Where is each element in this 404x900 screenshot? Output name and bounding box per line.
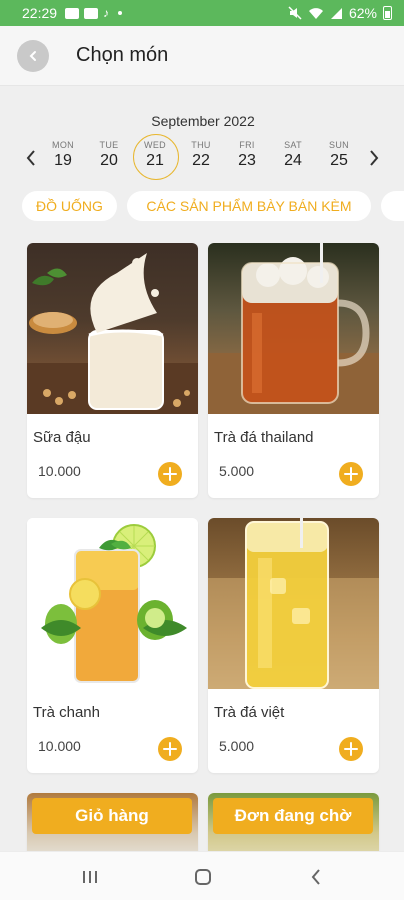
add-to-cart-button[interactable] — [158, 462, 182, 486]
day-cell-selected[interactable]: WED 21 — [132, 134, 179, 182]
product-grid: Sữa đậu 10.000 Trà đá thailand 5.000 Trà… — [0, 243, 404, 851]
day-cell[interactable]: FRI 23 — [224, 134, 270, 182]
week-calendar: September 2022 MON 19 TUE 20 WED 21 THU 22 F… — [0, 110, 404, 180]
app-bar: Chọn món — [0, 26, 404, 86]
product-image — [208, 518, 379, 689]
system-nav-bar — [0, 851, 404, 900]
photo-notification-icon — [65, 7, 80, 19]
wifi-icon — [308, 7, 323, 19]
product-image — [27, 243, 198, 414]
day-name: THU — [191, 140, 211, 150]
day-cell[interactable]: TUE 20 — [86, 134, 132, 182]
add-to-cart-button[interactable] — [158, 737, 182, 761]
category-chip-drinks[interactable]: ĐỒ UỐNG — [22, 191, 117, 221]
back-button[interactable] — [17, 39, 49, 72]
day-date: 21 — [146, 152, 164, 169]
day-name: SAT — [284, 140, 302, 150]
recent-apps-button[interactable] — [60, 852, 120, 900]
product-name: Trà đá thailand — [214, 429, 314, 446]
tiktok-notification-icon: ♪ — [103, 6, 110, 20]
prev-week-button[interactable] — [21, 148, 41, 168]
signal-icon — [330, 7, 342, 19]
day-name: MON — [52, 140, 74, 150]
status-time: 22:29 — [22, 5, 58, 21]
day-cell[interactable]: SAT 24 — [270, 134, 316, 182]
back-nav-button[interactable] — [286, 852, 346, 900]
mute-icon — [288, 6, 302, 20]
day-name: SUN — [329, 140, 349, 150]
product-price: 10.000 — [38, 738, 81, 754]
product-image — [208, 243, 379, 414]
product-card[interactable]: Trà đá việt 5.000 — [208, 518, 379, 773]
day-name: WED — [144, 140, 166, 150]
page-title: Chọn món — [76, 44, 169, 66]
home-icon — [195, 868, 211, 885]
chevron-left-icon — [29, 50, 36, 61]
product-card[interactable]: Sữa đậu 10.000 — [27, 243, 198, 498]
day-date: 22 — [192, 152, 210, 169]
week-days: MON 19 TUE 20 WED 21 THU 22 FRI 23 SAT 24 SUN 2… — [40, 134, 364, 182]
product-price: 10.000 — [38, 463, 81, 479]
product-card[interactable]: Trà đá thailand 5.000 — [208, 243, 379, 498]
battery-icon — [383, 6, 392, 20]
day-cell[interactable]: SUN 25 — [316, 134, 362, 182]
category-chip-extras[interactable]: CÁC SẢN PHẨM BÀY BÁN KÈM — [127, 191, 371, 221]
cart-button[interactable]: Giỏ hàng — [32, 798, 192, 834]
chevron-left-icon — [26, 150, 35, 166]
battery-percent: 62% — [348, 5, 377, 21]
product-name: Trà chanh — [33, 704, 100, 721]
day-cell[interactable]: THU 22 — [178, 134, 224, 182]
product-name: Trà đá việt — [214, 704, 285, 721]
day-name: FRI — [239, 140, 255, 150]
category-chip-more[interactable] — [381, 191, 404, 221]
product-card[interactable]: Trà chanh 10.000 — [27, 518, 198, 773]
day-cell[interactable]: MON 19 — [40, 134, 86, 182]
chevron-right-icon — [370, 150, 379, 166]
next-week-button[interactable] — [364, 148, 384, 168]
day-date: 20 — [100, 152, 118, 169]
product-price: 5.000 — [219, 738, 255, 754]
day-date: 25 — [330, 152, 348, 169]
home-button[interactable] — [173, 852, 233, 900]
category-tabs: ĐỒ UỐNG CÁC SẢN PHẨM BÀY BÁN KÈM — [0, 191, 404, 221]
day-name: TUE — [99, 140, 119, 150]
product-name: Sữa đậu — [33, 429, 91, 446]
product-image — [27, 518, 198, 689]
more-notifications-icon — [118, 11, 123, 15]
day-date: 24 — [284, 152, 302, 169]
add-to-cart-button[interactable] — [339, 462, 363, 486]
add-to-cart-button[interactable] — [339, 737, 363, 761]
product-price: 5.000 — [219, 463, 255, 479]
notification-icons: ♪ — [65, 6, 123, 20]
recent-apps-icon — [83, 870, 97, 883]
day-date: 23 — [238, 152, 256, 169]
status-bar: 22:29 ♪ 62% — [0, 0, 404, 26]
back-arrow-icon — [311, 868, 320, 885]
month-label: September 2022 — [151, 113, 255, 129]
pending-orders-button[interactable]: Đơn đang chờ — [213, 798, 373, 834]
youtube-notification-icon — [84, 7, 99, 19]
day-date: 19 — [54, 152, 72, 169]
